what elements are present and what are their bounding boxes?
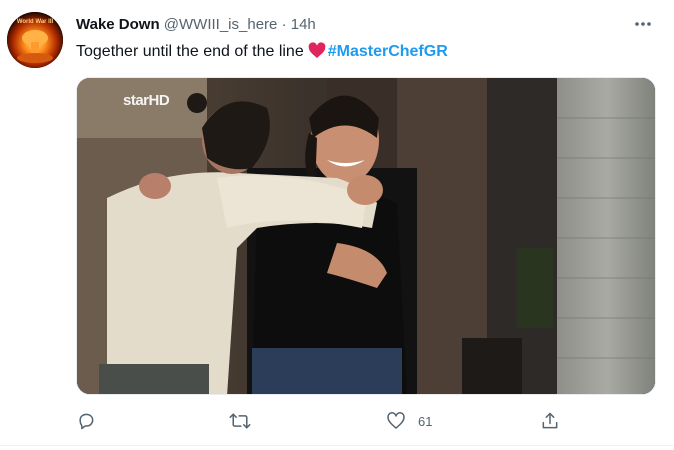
- tweet-text: Together until the end of the line #Maste…: [76, 42, 448, 65]
- tweet-divider: [0, 445, 674, 446]
- retweet-icon: [229, 413, 251, 429]
- share-button[interactable]: [540, 404, 560, 438]
- user-handle[interactable]: @WWIII_is_here: [164, 16, 278, 33]
- like-count: 61: [418, 413, 433, 429]
- more-icon: [635, 22, 651, 26]
- like-icon: [387, 412, 405, 429]
- tweet-body: Together until the end of the line: [76, 43, 304, 60]
- heart-emoji-icon: [308, 42, 326, 65]
- retweet-button[interactable]: [229, 404, 263, 438]
- media-watermark: starHD: [123, 92, 170, 109]
- timestamp[interactable]: 14h: [291, 16, 316, 33]
- like-button[interactable]: 61: [386, 404, 432, 438]
- action-bar: 61: [76, 404, 656, 438]
- tweet-card[interactable]: World War III Wake Down @WWIII_is_here ·…: [0, 0, 674, 450]
- tweet-header: Wake Down @WWIII_is_here · 14h: [76, 16, 316, 34]
- reply-icon: [79, 413, 94, 430]
- display-name[interactable]: Wake Down: [76, 16, 160, 33]
- reply-button[interactable]: [76, 404, 108, 438]
- media-photo: [77, 78, 655, 394]
- more-options-button[interactable]: [629, 10, 657, 38]
- avatar-text: World War III: [16, 19, 54, 25]
- share-icon: [542, 412, 558, 429]
- tweet-media-image[interactable]: starHD: [76, 77, 656, 395]
- avatar[interactable]: World War III: [7, 12, 63, 68]
- hashtag-link[interactable]: #MasterChefGR: [328, 43, 448, 60]
- separator-dot: ·: [281, 16, 287, 33]
